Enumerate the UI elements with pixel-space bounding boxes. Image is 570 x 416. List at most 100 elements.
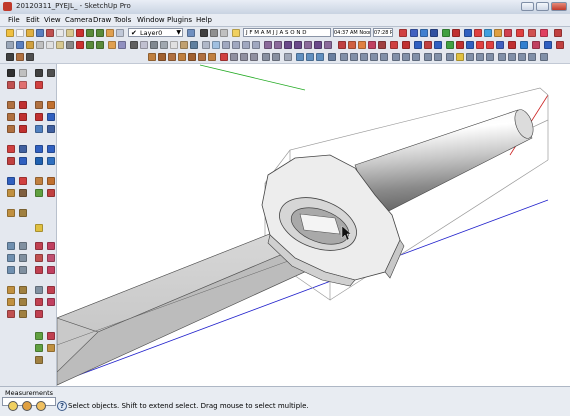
layer-icon-9[interactable]	[424, 53, 432, 61]
dynamic-component-icon-1[interactable]	[306, 53, 314, 61]
walk-footsteps-icon[interactable]	[26, 53, 34, 61]
open-folder-icon[interactable]	[26, 29, 34, 37]
drape-icon[interactable]	[188, 53, 196, 61]
shadow-settings-icon[interactable]	[220, 29, 228, 37]
scale-tool-icon[interactable]	[35, 125, 43, 133]
lightbulb-icon[interactable]	[456, 53, 464, 61]
protractor-icon[interactable]	[486, 41, 494, 49]
email-icon[interactable]	[118, 41, 126, 49]
sandbox-icon-5[interactable]	[540, 29, 548, 37]
dimension-tool-icon[interactable]	[47, 157, 55, 165]
plugin-tool-icon-12[interactable]	[35, 332, 43, 340]
sun-icon[interactable]	[232, 29, 240, 37]
pan-icon[interactable]	[556, 41, 564, 49]
sandbox-smoove-icon[interactable]	[7, 242, 15, 250]
component-browser-icon[interactable]	[35, 224, 43, 232]
layer-icon-1[interactable]	[340, 53, 348, 61]
front-view-icon[interactable]	[222, 41, 230, 49]
style-icon-3[interactable]	[430, 29, 438, 37]
sandbox-flip-icon[interactable]	[7, 254, 15, 262]
solid-tool-icon-2[interactable]	[348, 41, 356, 49]
plugin-tool-icon-11[interactable]	[35, 310, 43, 318]
axes-tool-icon[interactable]	[19, 177, 27, 185]
geo-location-icon[interactable]	[8, 401, 18, 411]
smoove-icon[interactable]	[168, 53, 176, 61]
dynamic-component-icon-3[interactable]	[328, 53, 336, 61]
back-view-icon[interactable]	[242, 41, 250, 49]
warehouse-icon[interactable]	[220, 53, 228, 61]
text-icon[interactable]	[496, 41, 504, 49]
print-icon[interactable]	[106, 29, 114, 37]
solid-outer-shell-icon[interactable]	[47, 266, 55, 274]
layer-icon-5[interactable]	[380, 53, 388, 61]
position-camera-tool-icon[interactable]	[35, 81, 43, 89]
preview-in-earth-icon[interactable]	[284, 53, 292, 61]
3d-text-tool-icon[interactable]	[19, 189, 27, 197]
x-ray-icon[interactable]	[130, 41, 138, 49]
style-icon-2[interactable]	[420, 29, 428, 37]
solid-tool-icon-4[interactable]	[368, 41, 376, 49]
plugin-tool-icon-1[interactable]	[7, 286, 15, 294]
eraser-tool-icon[interactable]	[19, 81, 27, 89]
component-icon-7[interactable]	[324, 41, 332, 49]
solid-intersect-icon[interactable]	[35, 266, 43, 274]
save-icon[interactable]	[36, 29, 44, 37]
maximize-button[interactable]	[536, 2, 549, 11]
erase-icon[interactable]	[76, 29, 84, 37]
photo-texture-icon[interactable]	[296, 53, 304, 61]
help-icon[interactable]: ?	[57, 401, 67, 411]
move-tool-icon[interactable]	[35, 113, 43, 121]
menu-help[interactable]: Help	[196, 16, 212, 24]
shaded-textures-icon[interactable]	[180, 41, 188, 49]
paint-bucket-icon[interactable]	[532, 41, 540, 49]
pan-tool-icon[interactable]	[19, 145, 27, 153]
footprint-icon[interactable]	[16, 53, 24, 61]
sandbox-icon-4[interactable]	[528, 29, 536, 37]
previous-view-tool-icon[interactable]	[19, 157, 27, 165]
toggle-terrain-icon[interactable]	[272, 53, 280, 61]
layer-icon-18[interactable]	[528, 53, 536, 61]
component-icon-3[interactable]	[284, 41, 292, 49]
polygon-tool-icon[interactable]	[7, 125, 15, 133]
sandbox-from-contours-icon[interactable]	[148, 53, 156, 61]
section-tool-icon[interactable]	[7, 177, 15, 185]
orbit-icon[interactable]	[544, 41, 552, 49]
layer-icon-8[interactable]	[412, 53, 420, 61]
sandbox-icon-1[interactable]	[494, 29, 502, 37]
plugin-tool-icon-3[interactable]	[35, 286, 43, 294]
solid-split-icon[interactable]	[19, 266, 27, 274]
menu-view[interactable]: View	[44, 16, 61, 24]
cut-icon-2[interactable]	[36, 41, 44, 49]
solid-tool-icon-5[interactable]	[378, 41, 386, 49]
pencil-icon[interactable]	[399, 29, 407, 37]
sandbox-from-scratch-icon[interactable]	[158, 53, 166, 61]
follow-me-icon[interactable]	[446, 41, 454, 49]
arc-tool-icon[interactable]	[19, 113, 27, 121]
solid-tool-icon-6[interactable]	[390, 41, 398, 49]
look-around-tool-icon[interactable]	[35, 177, 43, 185]
undo-icon-2[interactable]	[86, 41, 94, 49]
layer-manager-icon[interactable]	[187, 29, 195, 37]
menu-draw[interactable]: Draw	[93, 16, 111, 24]
share-component-icon[interactable]	[240, 53, 248, 61]
section-display-tool-icon[interactable]	[19, 209, 27, 217]
rectangle-tool-icon[interactable]	[7, 101, 15, 109]
scale-icon[interactable]	[434, 41, 442, 49]
stamp-icon[interactable]	[178, 53, 186, 61]
sandbox-drape-icon[interactable]	[35, 242, 43, 250]
layer-icon-16[interactable]	[508, 53, 516, 61]
tape-tool-icon[interactable]	[35, 157, 43, 165]
getting-started-icon[interactable]	[6, 29, 14, 37]
orbit-tool-icon[interactable]	[7, 145, 15, 153]
pencil-icon-2[interactable]	[402, 41, 410, 49]
fog-toggle-icon[interactable]	[210, 29, 218, 37]
follow-me-tool-icon[interactable]	[47, 101, 55, 109]
monochrome-icon[interactable]	[190, 41, 198, 49]
wireframe-icon[interactable]	[150, 41, 158, 49]
menu-tools[interactable]: Tools	[114, 16, 131, 24]
layer-icon-11[interactable]	[446, 53, 454, 61]
offset-icon[interactable]	[456, 41, 464, 49]
component-icon-2[interactable]	[274, 41, 282, 49]
dynamic-component-icon-2[interactable]	[316, 53, 324, 61]
solid-union-icon[interactable]	[35, 254, 43, 262]
